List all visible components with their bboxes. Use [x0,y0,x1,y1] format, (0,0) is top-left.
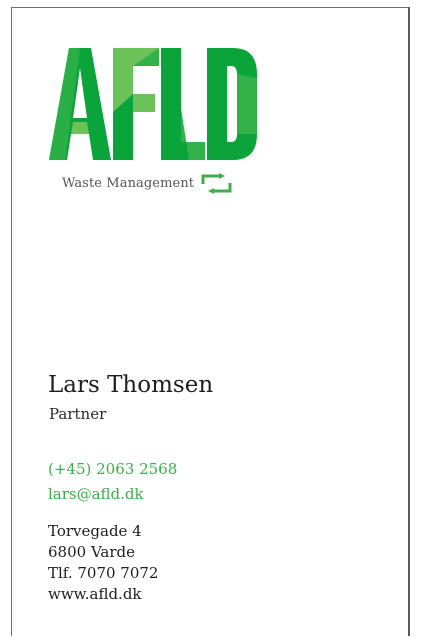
afld-logo [49,48,257,160]
office-phone: Tlf. 7070 7072 [48,564,159,582]
business-card: Waste Management Lars Thomsen Partner (+… [11,7,410,636]
tagline-row: Waste Management [62,171,233,195]
tagline: Waste Management [62,175,195,191]
website-link[interactable]: www.afld.dk [48,584,158,605]
person-title: Partner [49,405,107,423]
address-block: Torvegade 4 6800 Varde Tlf. 7070 7072 ww… [48,521,158,605]
address-city: 6800 Varde [48,543,135,561]
contact-block: (+45) 2063 2568 lars@afld.dk [48,457,177,507]
address-street: Torvegade 4 [48,522,142,540]
phone-link[interactable]: (+45) 2063 2568 [48,457,177,482]
person-name: Lars Thomsen [48,372,214,398]
email-link[interactable]: lars@afld.dk [48,482,177,507]
recycle-arrows-icon [201,172,232,194]
